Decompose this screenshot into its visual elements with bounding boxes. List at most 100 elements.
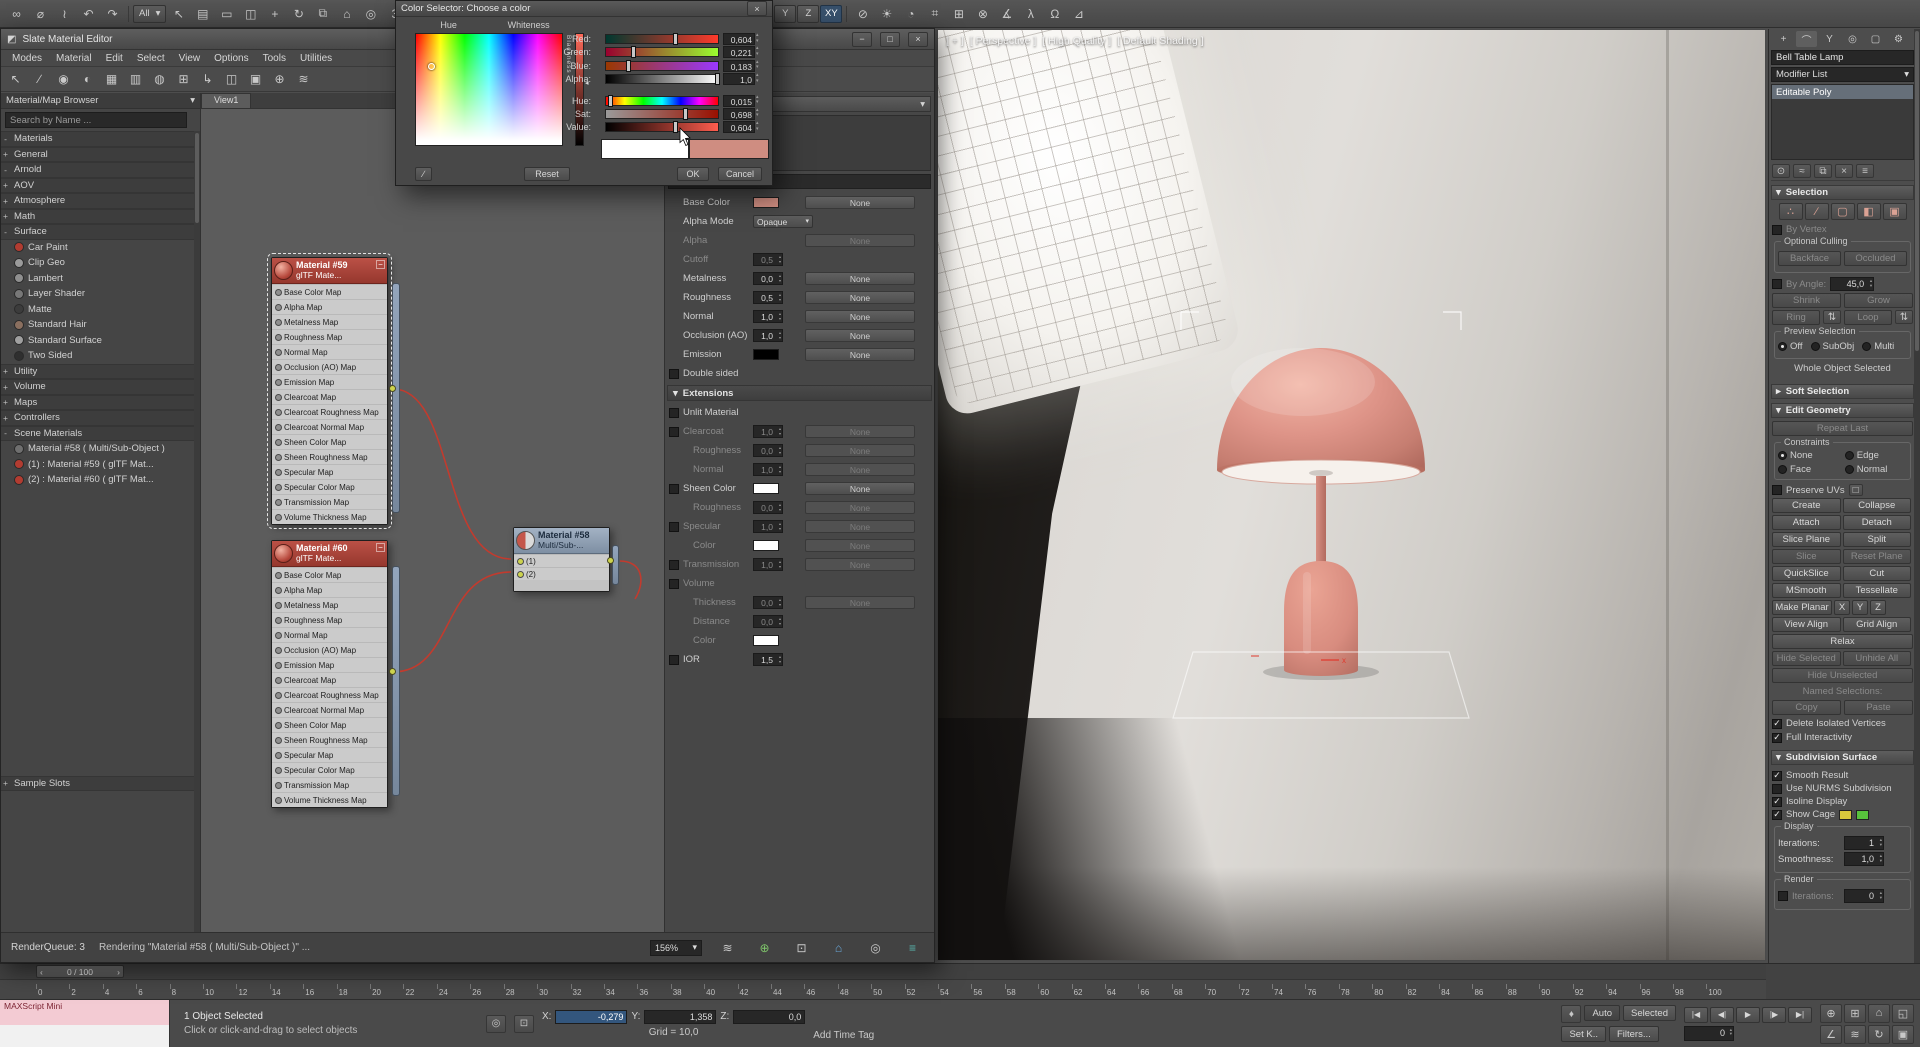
map-input-slot[interactable]: Sheen Roughness Map bbox=[272, 449, 387, 464]
current-frame-field[interactable]: 0 bbox=[1684, 1026, 1734, 1041]
browser-row[interactable]: + Controllers bbox=[1, 410, 200, 426]
select-by-name-icon[interactable]: ▤ bbox=[191, 4, 214, 24]
show-shaded-material-icon[interactable]: ◐ bbox=[76, 69, 99, 89]
view1-tab[interactable]: View1 bbox=[201, 93, 251, 108]
param-spinner[interactable]: 0,0 bbox=[753, 272, 783, 285]
param-map-button[interactable]: None bbox=[805, 444, 915, 457]
browser-row[interactable]: - Arnold bbox=[1, 162, 200, 178]
zoom-tool-icon[interactable]: ⊕ bbox=[268, 69, 291, 89]
camera-icon[interactable]: ◔ bbox=[899, 4, 922, 24]
browser-row[interactable]: - Materials bbox=[1, 131, 200, 147]
copy-button[interactable]: Copy bbox=[1772, 700, 1841, 715]
cage-color-swatch[interactable] bbox=[1839, 810, 1852, 820]
map-input-slot[interactable]: Alpha Map bbox=[272, 299, 387, 314]
select-tool-icon[interactable]: ↖ bbox=[4, 69, 27, 89]
delete-isolated-vertices-checkbox[interactable]: Delete Isolated Vertices bbox=[1772, 718, 1913, 729]
grow-button[interactable]: Grow bbox=[1844, 293, 1913, 308]
map-input-slot[interactable]: Sheen Color Map bbox=[272, 717, 387, 732]
map-input-slot[interactable]: Sheen Color Map bbox=[272, 434, 387, 449]
material-59-node[interactable]: Material #59 glTF Mate... − Base Color M… bbox=[271, 257, 388, 525]
map-input-slot[interactable]: Sheen Roughness Map bbox=[272, 732, 387, 747]
display-tab-icon[interactable]: ▢ bbox=[1865, 31, 1886, 47]
edit-geometry-button[interactable]: Slice bbox=[1772, 549, 1841, 564]
param-spinner[interactable]: 1,0 bbox=[753, 520, 783, 533]
browser-row[interactable]: (2) : Material #60 ( glTF Mat... bbox=[1, 472, 200, 488]
cage-selected-color-swatch[interactable] bbox=[1856, 810, 1869, 820]
param-dropdown[interactable]: Opaque bbox=[753, 215, 813, 228]
param-spinner[interactable]: 1,0 bbox=[753, 329, 783, 342]
node-view[interactable]: View1 Material #59 glTF Mate... − bbox=[201, 93, 664, 932]
maxscript-mini-listener[interactable]: MAXScript Mini bbox=[0, 1000, 170, 1047]
x-coordinate-field[interactable]: -0,279 bbox=[555, 1010, 627, 1024]
color-selector-titlebar[interactable]: Color Selector: Choose a color × bbox=[396, 1, 772, 17]
browser-row[interactable]: Standard Surface bbox=[1, 333, 200, 349]
channel-spinner-arrows[interactable]: ▴ ▾ bbox=[756, 60, 759, 71]
smooth-result-checkbox[interactable]: Smooth Result bbox=[1772, 770, 1913, 781]
modifier-list-dropdown[interactable]: Modifier List ▾ bbox=[1771, 67, 1914, 82]
render-iterations-spinner[interactable]: 0 bbox=[1844, 889, 1884, 903]
param-color-swatch[interactable] bbox=[753, 483, 779, 494]
go-to-start-icon[interactable]: |◀ bbox=[1684, 1007, 1708, 1023]
section-icon[interactable]: ⊗ bbox=[971, 4, 994, 24]
show-end-result-icon[interactable]: ≈ bbox=[1793, 164, 1811, 178]
preview-off-radio[interactable]: Off bbox=[1778, 341, 1803, 352]
map-input-slot[interactable]: Clearcoat Roughness Map bbox=[272, 404, 387, 419]
pin-stack-icon[interactable]: ⊙ bbox=[1772, 164, 1790, 178]
reset-button[interactable]: Reset bbox=[524, 167, 570, 181]
edit-geometry-button[interactable]: X bbox=[1834, 600, 1850, 615]
param-checkbox[interactable] bbox=[669, 369, 679, 379]
show-cage-checkbox[interactable]: Show Cage bbox=[1772, 809, 1913, 820]
map-input-slot[interactable]: Alpha Map bbox=[272, 582, 387, 597]
zoom-region-icon[interactable]: ⊡ bbox=[790, 938, 813, 958]
param-map-button[interactable]: None bbox=[805, 329, 915, 342]
submaterial-input-slot[interactable]: (2) bbox=[514, 567, 609, 580]
use-nurms-checkbox[interactable]: Use NURMS Subdivision bbox=[1772, 783, 1913, 794]
param-checkbox[interactable] bbox=[669, 427, 679, 437]
extensions-rollout-header[interactable]: ▾ Extensions bbox=[667, 385, 932, 401]
time-tag[interactable]: Add Time Tag bbox=[813, 1000, 874, 1047]
channel-slider-thumb[interactable] bbox=[608, 95, 613, 107]
param-checkbox[interactable] bbox=[669, 522, 679, 532]
channel-spinner-arrows[interactable]: ▴ ▾ bbox=[756, 46, 759, 57]
simulation-icon[interactable]: Ω bbox=[1043, 4, 1066, 24]
param-checkbox[interactable] bbox=[669, 655, 679, 665]
param-spinner[interactable]: 1,0 bbox=[753, 558, 783, 571]
channel-slider-thumb[interactable] bbox=[631, 46, 636, 58]
channel-slider-thumb[interactable] bbox=[715, 73, 720, 85]
channel-value-field[interactable]: 0,604 bbox=[723, 121, 755, 133]
param-color-swatch[interactable] bbox=[753, 540, 779, 551]
menu-item[interactable]: Edit bbox=[99, 52, 130, 65]
browser-row[interactable]: Two Sided bbox=[1, 348, 200, 364]
channel-slider[interactable] bbox=[605, 47, 719, 57]
edit-geometry-button[interactable]: Tessellate bbox=[1843, 583, 1912, 598]
select-object-icon[interactable]: ↖ bbox=[167, 4, 190, 24]
map-input-slot[interactable]: Specular Map bbox=[272, 464, 387, 479]
param-spinner[interactable]: 0,0 bbox=[753, 444, 783, 457]
edit-geometry-button[interactable]: Collapse bbox=[1843, 498, 1912, 513]
menu-item[interactable]: Select bbox=[130, 52, 172, 65]
y-coordinate-field[interactable]: 1,358 bbox=[644, 1010, 716, 1024]
undo-icon[interactable]: ↶ bbox=[77, 4, 100, 24]
map-input-slot[interactable]: Base Color Map bbox=[272, 567, 387, 582]
param-checkbox[interactable] bbox=[669, 560, 679, 570]
select-and-link-icon[interactable]: ∞ bbox=[5, 4, 28, 24]
next-frame-icon[interactable]: |▶ bbox=[1762, 1007, 1786, 1023]
edge-mode-icon[interactable]: ∕ bbox=[1805, 203, 1829, 220]
channel-slider[interactable] bbox=[605, 74, 719, 84]
zoom-icon[interactable]: ⊕ bbox=[1820, 1004, 1842, 1023]
channel-value-field[interactable]: 0,221 bbox=[723, 46, 755, 58]
edit-geometry-button[interactable]: Create bbox=[1772, 498, 1841, 513]
material-58-node[interactable]: Material #58 Multi/Sub-... (1)(2) bbox=[513, 527, 610, 592]
selection-lock-icon[interactable]: ⊡ bbox=[514, 1015, 534, 1033]
repeat-last-button[interactable]: Repeat Last bbox=[1772, 421, 1913, 436]
constraint-radio[interactable]: Normal bbox=[1845, 464, 1902, 475]
zoom-extents-all-icon[interactable]: ◱ bbox=[1892, 1004, 1914, 1023]
track-bar[interactable]: ‹ 0 / 100 › bbox=[0, 963, 1766, 979]
maximize-viewport-icon[interactable]: ▣ bbox=[1892, 1025, 1914, 1044]
param-map-button[interactable]: None bbox=[805, 596, 915, 609]
make-unique-icon[interactable]: ⧉ bbox=[1814, 164, 1832, 178]
edit-geometry-button[interactable]: Reset Plane bbox=[1843, 549, 1912, 564]
element-mode-icon[interactable]: ▣ bbox=[1883, 203, 1907, 220]
close-button[interactable]: × bbox=[908, 32, 928, 47]
auto-key-button[interactable]: Auto bbox=[1584, 1005, 1620, 1021]
